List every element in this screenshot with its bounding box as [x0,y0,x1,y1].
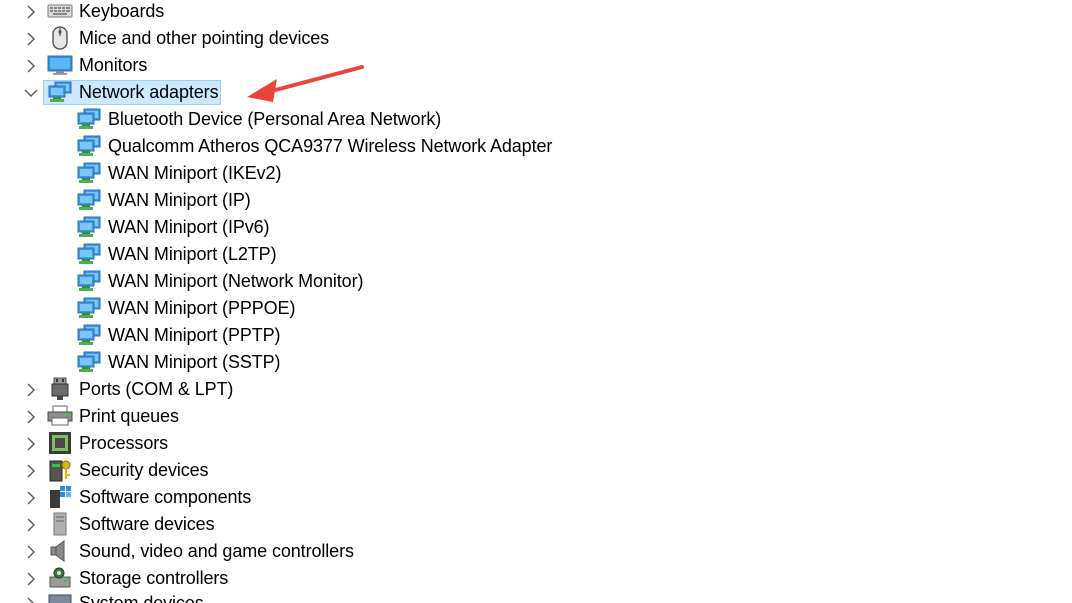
chevron-right-icon[interactable] [20,25,42,52]
tree-node-monitors[interactable]: Monitors [0,52,1072,79]
tree-node-software-components[interactable]: Software components [0,484,1072,511]
chevron-right-icon[interactable] [20,511,42,538]
tree-node-wan-pppoe[interactable]: WAN Miniport (PPPOE) [0,295,1072,322]
tree-node-label: Print queues [79,406,179,426]
device-tree: Keyboards Mice and other pointing device… [0,0,1072,603]
speaker-icon [47,540,73,562]
tree-node-label: Monitors [79,55,148,75]
tree-node-qualcomm-adapter[interactable]: Qualcomm Atheros QCA9377 Wireless Networ… [0,133,1072,160]
tree-node-software-devices[interactable]: Software devices [0,511,1072,538]
tree-node-print-queues[interactable]: Print queues [0,403,1072,430]
chevron-down-icon[interactable] [20,79,42,106]
tree-node-label: Mice and other pointing devices [79,28,330,48]
network-adapter-icon [76,270,102,292]
tree-node-label: System devices [79,593,204,603]
chevron-right-icon[interactable] [20,403,42,430]
mouse-icon [47,26,73,50]
tree-node-keyboards[interactable]: Keyboards [0,0,1072,25]
software-component-icon [47,486,73,508]
chevron-right-icon[interactable] [20,484,42,511]
printer-icon [47,405,73,427]
network-adapter-icon [76,324,102,346]
tree-node-label: Keyboards [79,1,165,21]
chevron-right-icon[interactable] [20,538,42,565]
tree-node-processors[interactable]: Processors [0,430,1072,457]
security-key-icon [47,459,73,482]
chevron-right-icon[interactable] [20,457,42,484]
tree-node-label: WAN Miniport (Network Monitor) [108,271,364,291]
tree-node-wan-ip[interactable]: WAN Miniport (IP) [0,187,1072,214]
network-adapter-icon [76,108,102,130]
chevron-right-icon[interactable] [20,52,42,79]
tree-node-label: Processors [79,433,169,453]
software-device-icon [47,512,73,536]
keyboard-icon [47,0,73,22]
system-device-icon [47,592,73,603]
network-adapter-icon [76,135,102,157]
network-adapter-icon [76,189,102,211]
tree-node-label: Storage controllers [79,568,229,588]
tree-node-label: WAN Miniport (PPPOE) [108,298,296,318]
tree-node-label: WAN Miniport (L2TP) [108,244,277,264]
chevron-right-icon[interactable] [20,430,42,457]
tree-node-mice[interactable]: Mice and other pointing devices [0,25,1072,52]
tree-node-label: Software devices [79,514,215,534]
tree-node-storage-controllers[interactable]: Storage controllers [0,565,1072,592]
storage-controller-icon [47,567,73,589]
tree-node-label: Network adapters [79,82,219,102]
network-adapter-icon [76,351,102,373]
tree-node-label: Qualcomm Atheros QCA9377 Wireless Networ… [108,136,553,156]
tree-node-label: Sound, video and game controllers [79,541,354,561]
tree-node-wan-pptp[interactable]: WAN Miniport (PPTP) [0,322,1072,349]
tree-node-ports[interactable]: Ports (COM & LPT) [0,376,1072,403]
tree-node-network-adapters[interactable]: Network adapters [0,79,1072,106]
tree-node-label: WAN Miniport (IKEv2) [108,163,282,183]
tree-node-sound-video-game[interactable]: Sound, video and game controllers [0,538,1072,565]
tree-node-system-devices[interactable]: System devices [0,590,1072,603]
tree-node-wan-ipv6[interactable]: WAN Miniport (IPv6) [0,214,1072,241]
chevron-right-icon[interactable] [20,565,42,592]
network-adapter-icon [76,162,102,184]
tree-node-label: Ports (COM & LPT) [79,379,234,399]
tree-node-wan-sstp[interactable]: WAN Miniport (SSTP) [0,349,1072,376]
network-adapter-icon [47,81,73,103]
network-adapter-icon [76,243,102,265]
network-adapter-icon [76,297,102,319]
tree-node-label: Software components [79,487,252,507]
chevron-right-icon[interactable] [20,590,42,603]
tree-node-label: WAN Miniport (IPv6) [108,217,270,237]
tree-node-label: WAN Miniport (PPTP) [108,325,281,345]
tree-node-wan-ikev2[interactable]: WAN Miniport (IKEv2) [0,160,1072,187]
tree-node-security-devices[interactable]: Security devices [0,457,1072,484]
processor-icon [47,432,73,454]
tree-node-label: Bluetooth Device (Personal Area Network) [108,109,442,129]
tree-node-bluetooth-device[interactable]: Bluetooth Device (Personal Area Network) [0,106,1072,133]
port-icon [47,377,73,400]
monitor-icon [47,54,73,76]
network-adapter-icon [76,216,102,238]
chevron-right-icon[interactable] [20,0,42,25]
tree-node-label: WAN Miniport (IP) [108,190,251,210]
tree-node-wan-l2tp[interactable]: WAN Miniport (L2TP) [0,241,1072,268]
chevron-right-icon[interactable] [20,376,42,403]
tree-node-label: Security devices [79,460,209,480]
tree-node-label: WAN Miniport (SSTP) [108,352,281,372]
tree-node-wan-network-monitor[interactable]: WAN Miniport (Network Monitor) [0,268,1072,295]
